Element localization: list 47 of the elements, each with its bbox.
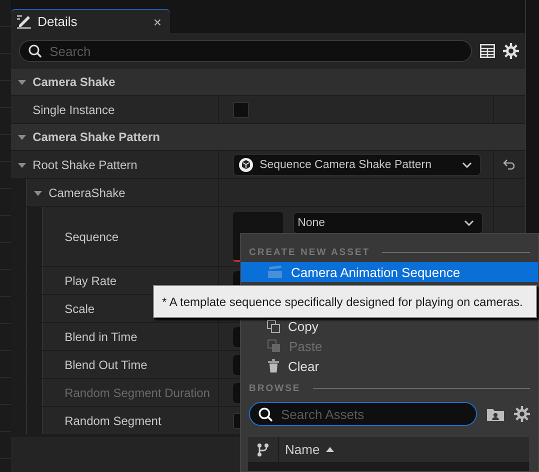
settings-icon[interactable] [514, 406, 530, 422]
asset-dropdown[interactable]: None [292, 212, 483, 234]
asset-search-field[interactable]: Search Assets [249, 402, 477, 426]
details-tab[interactable]: Details × [10, 9, 170, 33]
cube-icon [238, 156, 254, 172]
property-label: Random Segment Duration [64, 386, 210, 400]
tab-title: Details [38, 14, 78, 29]
search-icon [28, 44, 42, 58]
property-label: Single Instance [32, 102, 115, 116]
search-field[interactable]: Search [18, 40, 472, 62]
chevron-down-icon [462, 162, 472, 168]
menu-item[interactable]: Clear [241, 356, 538, 376]
close-button[interactable]: × [153, 14, 162, 30]
property-label: Blend Out Time [64, 358, 148, 372]
property-label: CameraShake [48, 186, 126, 200]
property-label: Play Rate [64, 274, 117, 288]
paste-icon [267, 339, 281, 353]
menu-section-title: CREATE NEW ASSET [249, 246, 370, 258]
property-label: Random Segment [64, 414, 162, 428]
class-dropdown[interactable]: Sequence Camera Shake Pattern [232, 154, 481, 176]
asset-search-input[interactable]: Search Assets [279, 406, 468, 422]
trash-icon [267, 359, 280, 373]
checkbox[interactable] [232, 102, 249, 118]
search-icon [258, 406, 273, 422]
section-header[interactable]: Camera Shake [10, 69, 525, 96]
search-input[interactable]: Search [48, 42, 463, 60]
menu-section-title: BROWSE [249, 382, 301, 394]
settings-icon[interactable] [502, 43, 519, 59]
clapperboard-icon [267, 265, 283, 279]
section-header[interactable]: Camera Shake Pattern [10, 124, 525, 151]
property-label: Blend in Time [64, 330, 138, 344]
expand-arrow-icon[interactable] [16, 77, 27, 87]
folder-icon[interactable] [487, 408, 504, 420]
property-label: Scale [64, 302, 95, 316]
table-view-icon[interactable] [480, 44, 495, 58]
menu-item[interactable]: Camera Animation Sequence [241, 262, 538, 282]
expand-arrow-icon[interactable] [16, 132, 27, 142]
reset-icon[interactable] [503, 159, 516, 170]
pencil-icon [16, 14, 32, 29]
copy-icon [267, 320, 280, 332]
branch-icon[interactable] [257, 442, 269, 456]
column-header[interactable]: Name [279, 437, 334, 462]
menu-item[interactable]: Copy [241, 316, 538, 336]
chevron-down-icon [464, 220, 474, 226]
property-label: Root Shake Pattern [32, 158, 138, 172]
tooltip: * A template sequence specifically designed for playing on cameras. [153, 285, 537, 318]
property-label: Sequence [64, 230, 119, 244]
